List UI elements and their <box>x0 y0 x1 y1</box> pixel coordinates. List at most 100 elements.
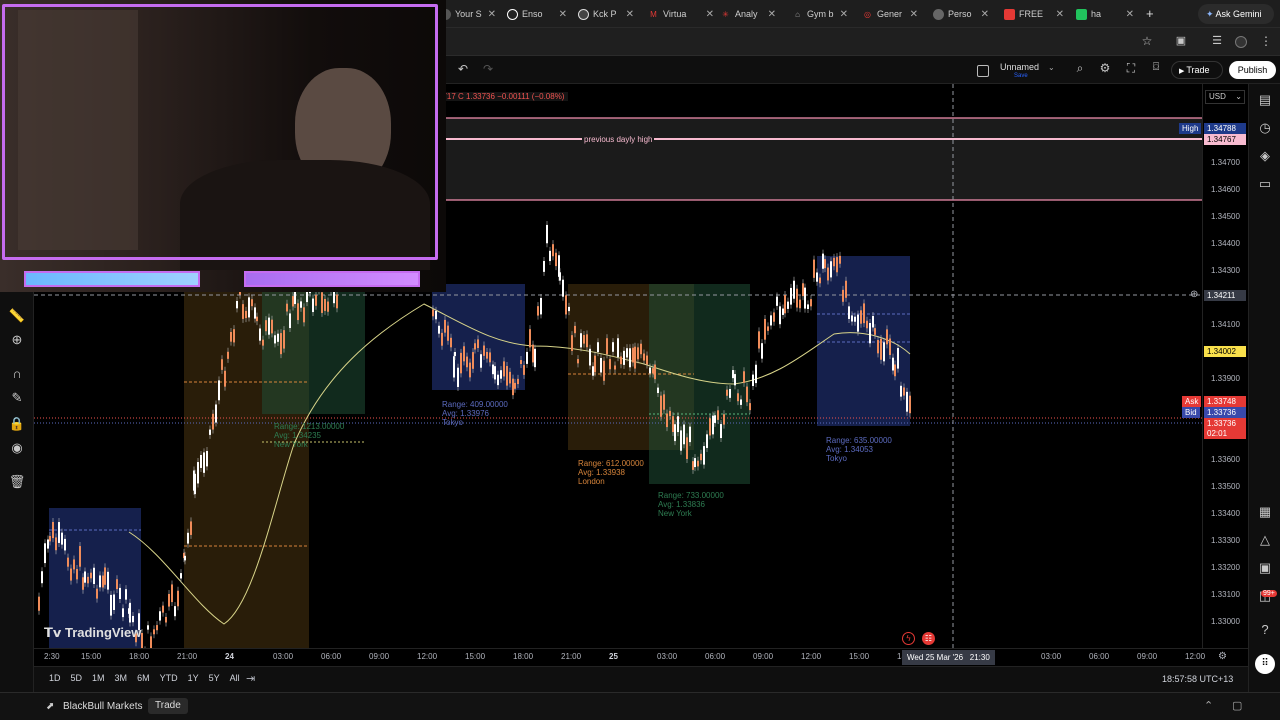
candle-body <box>764 318 766 340</box>
candle-body <box>709 418 711 436</box>
range-button-all[interactable]: All <box>225 673 245 683</box>
date-range-icon[interactable]: ⇥ <box>246 672 255 685</box>
crosshair-time-label: Wed 25 Mar '26 21:30 <box>902 650 995 665</box>
range-button-1y[interactable]: 1Y <box>183 673 204 683</box>
browser-tab[interactable]: ha ✕ <box>1076 3 1136 25</box>
utc-clock[interactable]: 18:57:58 UTC+13 <box>1162 674 1233 684</box>
candle-body <box>869 323 871 344</box>
candle-body <box>73 559 75 570</box>
browser-tab[interactable]: Enso ✕ <box>507 3 569 25</box>
time-axis[interactable]: 2:30 15:00 18:00 21:00 24 03:00 06:00 09:00 12:0… <box>34 648 1248 666</box>
layout-checkbox-icon[interactable] <box>977 65 989 77</box>
browser-tab[interactable]: M Virtua ✕ <box>648 3 716 25</box>
redo-icon[interactable]: ↷ <box>477 62 499 76</box>
maximize-panel-icon[interactable]: ▢ <box>1232 699 1242 712</box>
candle-body <box>863 303 865 324</box>
candle-body <box>804 287 806 309</box>
candle-body <box>150 636 152 648</box>
event-flag-icon[interactable]: ☷ <box>922 632 935 645</box>
pencil-icon[interactable]: ✎ <box>6 390 28 406</box>
expand-up-icon[interactable]: ⌃ <box>1204 699 1213 712</box>
candle-body <box>746 386 748 403</box>
browser-tab[interactable]: Perso ✕ <box>933 3 991 25</box>
range-button-5y[interactable]: 5Y <box>204 673 225 683</box>
alert-lightning-icon[interactable]: ϟ <box>902 632 915 645</box>
news-calendar-icon[interactable]: ▣ <box>1254 560 1276 576</box>
browser-tab[interactable]: FREE ✕ <box>1004 3 1066 25</box>
broker-name[interactable]: BlackBull Markets <box>63 701 142 712</box>
lock-icon[interactable]: 🔒 <box>6 416 28 432</box>
zoom-in-icon[interactable]: ⊕ <box>6 332 28 348</box>
close-tab-icon[interactable]: ✕ <box>706 9 716 20</box>
ruler-icon[interactable]: 📏 <box>6 308 28 324</box>
crosshair-price-label: 1.34211 <box>1204 290 1246 301</box>
footer-trade-button[interactable]: Trade <box>148 698 188 714</box>
candle-body <box>743 371 745 383</box>
crosshair-add-icon[interactable]: ⊕ <box>1190 289 1198 300</box>
range-button-3m[interactable]: 3M <box>110 673 133 683</box>
candle-body <box>640 343 642 355</box>
range-button-1m[interactable]: 1M <box>87 673 110 683</box>
profile-avatar[interactable] <box>1235 36 1247 48</box>
undo-icon[interactable]: ↶ <box>452 62 474 76</box>
close-tab-icon[interactable]: ✕ <box>981 9 991 20</box>
browser-tab[interactable]: Kck P ✕ <box>578 3 636 25</box>
close-tab-icon[interactable]: ✕ <box>910 9 920 20</box>
new-tab-button[interactable]: + <box>1146 6 1154 21</box>
close-tab-icon[interactable]: ✕ <box>559 9 569 20</box>
browser-tab[interactable]: ✳ Analy ✕ <box>720 3 778 25</box>
price-tick-label: 1.33400 <box>1211 509 1240 518</box>
eye-icon[interactable]: ◉ <box>6 440 28 456</box>
magnet-icon[interactable]: ∩ <box>6 366 28 381</box>
chat-icon[interactable]: ▭ <box>1254 176 1276 192</box>
browser-menu-icon[interactable]: ⋮ <box>1255 34 1277 48</box>
close-tab-icon[interactable]: ✕ <box>1126 9 1136 20</box>
candle-body <box>483 345 485 356</box>
ideas-icon[interactable]: △ <box>1254 532 1276 548</box>
layout-save-label[interactable]: Save <box>1014 73 1028 79</box>
trade-button[interactable]: ▶ Trade <box>1171 61 1223 79</box>
camera-snapshot-icon[interactable]: ⌼ <box>1145 61 1167 74</box>
close-tab-icon[interactable]: ✕ <box>1056 9 1066 20</box>
price-tick-label: 1.33300 <box>1211 536 1240 545</box>
range-button-ytd[interactable]: YTD <box>155 673 183 683</box>
quick-search-icon[interactable]: ⌕ <box>1069 61 1091 76</box>
close-tab-icon[interactable]: ✕ <box>840 9 850 20</box>
extensions-icon[interactable]: ☰ <box>1206 34 1228 47</box>
layers-icon[interactable]: ◈ <box>1254 148 1276 164</box>
candle-body <box>717 410 719 420</box>
watchlist-icon[interactable]: ▤ <box>1254 92 1276 108</box>
close-tab-icon[interactable]: ✕ <box>768 9 778 20</box>
fullscreen-icon[interactable]: ⛶ <box>1120 61 1142 76</box>
close-tab-icon[interactable]: ✕ <box>626 9 636 20</box>
browser-tab[interactable]: ◎ Gener ✕ <box>862 3 920 25</box>
candle-body <box>749 403 751 411</box>
price-axis[interactable]: USD ⌄ 1.34700 1.34600 1.34500 1.34400 1.34300… <box>1202 84 1248 648</box>
ask-gemini-button[interactable]: ✦ Ask Gemini <box>1198 4 1274 24</box>
calendar-icon[interactable]: ▦ <box>1254 504 1276 520</box>
layout-name[interactable]: Unnamed <box>1000 62 1039 72</box>
trash-icon[interactable]: 🗑 <box>6 474 28 490</box>
apps-grid-icon[interactable]: ⠿ <box>1255 654 1275 674</box>
publish-button[interactable]: Publish <box>1229 61 1276 79</box>
candle-body <box>594 355 596 373</box>
help-icon[interactable]: ? <box>1254 622 1276 637</box>
close-tab-icon[interactable]: ✕ <box>488 9 498 20</box>
alerts-clock-icon[interactable]: ◷ <box>1254 120 1276 136</box>
chevron-down-icon[interactable]: ⌄ <box>1048 63 1055 72</box>
settings-gear-icon[interactable]: ⚙ <box>1094 61 1116 75</box>
bookmark-star-icon[interactable]: ☆ <box>1136 34 1158 48</box>
range-button-1d[interactable]: 1D <box>44 673 66 683</box>
candle-body <box>592 366 594 376</box>
range-button-6m[interactable]: 6M <box>132 673 155 683</box>
screen-share-icon[interactable]: ▣ <box>1170 34 1192 47</box>
time-axis-settings-icon[interactable]: ⚙ <box>1218 651 1227 662</box>
range-button-5d[interactable]: 5D <box>66 673 88 683</box>
browser-tab[interactable]: ⌂ Gym b ✕ <box>792 3 850 25</box>
browser-tab[interactable]: Your S ✕ <box>440 3 498 25</box>
webcam-overlay <box>0 0 446 292</box>
currency-select[interactable]: USD ⌄ <box>1205 90 1245 104</box>
daily-high-zone <box>434 118 1202 200</box>
range-buttons: 1D 5D 1M 3M 6M YTD 1Y 5Y All <box>44 673 245 683</box>
time-tick-label: 12:00 <box>1185 652 1206 661</box>
